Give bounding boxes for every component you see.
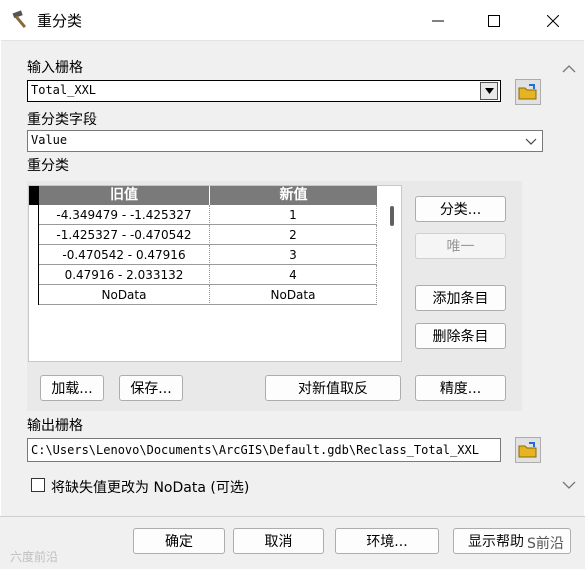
old-value-cell[interactable]: -1.425327 - -0.470542 [39, 225, 210, 245]
window-title: 重分类 [37, 12, 83, 30]
reclassification-label: 重分类 [27, 158, 69, 174]
input-raster-value: Total_XXL [31, 83, 97, 97]
show-help-label: 显示帮助 [468, 534, 524, 550]
table-row[interactable]: NoData NoData [29, 285, 377, 305]
cancel-button[interactable]: 取消 [233, 528, 324, 554]
column-old-value[interactable]: 旧值 [39, 186, 210, 205]
new-value-cell[interactable]: 3 [210, 245, 377, 265]
dialog-scrollbar[interactable] [559, 58, 579, 498]
watermark-right: S前沿 [527, 536, 564, 552]
input-raster-combobox[interactable]: Total_XXL [27, 80, 501, 102]
minimize-button[interactable] [418, 6, 458, 36]
close-icon [547, 15, 559, 27]
row-selector[interactable] [29, 205, 39, 225]
title-bar: 重分类 [0, 0, 585, 40]
row-selector[interactable] [29, 265, 39, 285]
old-value-cell[interactable]: -0.470542 - 0.47916 [39, 245, 210, 265]
reclass-table-header: 旧值 新值 [29, 186, 377, 205]
ok-button[interactable]: 确定 [133, 528, 225, 554]
precision-button[interactable]: 精度... [415, 375, 506, 401]
input-raster-dropdown-button[interactable] [480, 82, 498, 100]
input-raster-label: 输入栅格 [27, 60, 83, 76]
old-value-cell[interactable]: -4.349479 - -1.425327 [39, 205, 210, 225]
delete-entry-button[interactable]: 删除条目 [415, 323, 506, 349]
open-folder-icon [518, 84, 537, 100]
row-selector[interactable] [29, 245, 39, 265]
new-value-cell[interactable]: 4 [210, 265, 377, 285]
maximize-icon [488, 15, 500, 27]
reclass-field-value: Value [31, 133, 68, 147]
reverse-new-values-button[interactable]: 对新值取反 [265, 375, 401, 401]
chevron-up-icon[interactable] [559, 62, 579, 76]
watermark-left: 六度前沿 [10, 550, 59, 564]
column-new-value[interactable]: 新值 [210, 186, 377, 205]
output-raster-label: 输出栅格 [27, 418, 83, 434]
open-folder-icon [518, 442, 537, 458]
row-selector[interactable] [29, 225, 39, 245]
output-raster-value: C:\Users\Lenovo\Documents\ArcGIS\Default… [31, 443, 479, 457]
table-row[interactable]: 0.47916 - 2.033132 4 [29, 265, 377, 285]
classify-button[interactable]: 分类... [415, 196, 506, 222]
nodata-checkbox-label: 将缺失值更改为 NoData (可选) [51, 480, 250, 496]
old-value-cell[interactable]: NoData [39, 285, 210, 305]
header-grip [29, 186, 39, 205]
table-row[interactable]: -4.349479 - -1.425327 1 [29, 205, 377, 225]
close-button[interactable] [533, 6, 573, 36]
output-raster-browse-button[interactable] [515, 437, 541, 463]
maximize-button[interactable] [474, 6, 514, 36]
table-row[interactable]: -0.470542 - 0.47916 3 [29, 245, 377, 265]
nodata-checkbox[interactable] [31, 478, 45, 492]
new-value-cell[interactable]: 2 [210, 225, 377, 245]
row-selector[interactable] [29, 285, 39, 305]
hammer-icon [11, 10, 33, 30]
table-row[interactable]: -1.425327 - -0.470542 2 [29, 225, 377, 245]
environments-button[interactable]: 环境... [335, 528, 439, 554]
new-value-cell[interactable]: NoData [210, 285, 377, 305]
new-value-cell[interactable]: 1 [210, 205, 377, 225]
output-raster-input[interactable]: C:\Users\Lenovo\Documents\ArcGIS\Default… [27, 438, 501, 462]
chevron-down-icon [525, 135, 537, 150]
reclass-field-select[interactable]: Value [27, 130, 543, 152]
reclass-field-label: 重分类字段 [27, 112, 97, 128]
add-entry-button[interactable]: 添加条目 [415, 285, 506, 311]
triangle-down-icon [484, 88, 494, 94]
load-button[interactable]: 加载... [40, 375, 104, 401]
unique-button[interactable]: 唯一 [415, 233, 506, 259]
input-raster-browse-button[interactable] [515, 79, 541, 105]
save-button[interactable]: 保存... [119, 375, 183, 401]
table-scrollbar-thumb[interactable] [390, 206, 394, 226]
chevron-down-icon[interactable] [559, 478, 579, 492]
minimize-icon [432, 20, 444, 22]
old-value-cell[interactable]: 0.47916 - 2.033132 [39, 265, 210, 285]
